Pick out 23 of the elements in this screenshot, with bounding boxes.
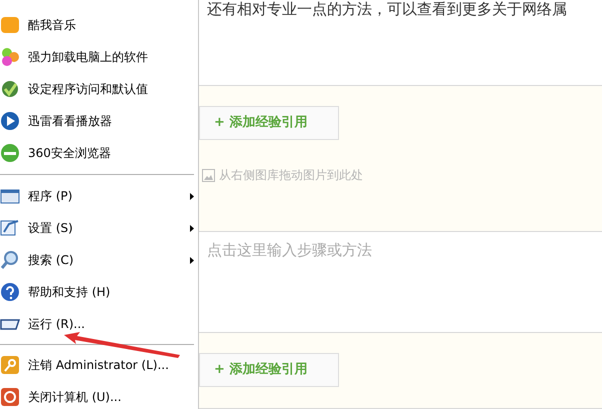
control-panel-icon <box>0 218 20 238</box>
image-icon <box>202 168 215 182</box>
menu-item[interactable]: 酷我音乐 <box>0 9 198 41</box>
submenu-arrow-icon <box>190 224 194 232</box>
music-app-icon <box>0 15 20 35</box>
menu-item[interactable]: 设置 (S) <box>0 212 198 244</box>
clover-icon <box>0 47 20 67</box>
search-icon <box>0 250 20 270</box>
menu-item[interactable]: 设定程序访问和默认值 <box>0 73 198 105</box>
menu-item[interactable]: 运行 (R)... <box>0 308 198 340</box>
menu-item[interactable]: 帮助和支持 (H) <box>0 276 198 308</box>
menu-item[interactable]: 强力卸载电脑上的软件 <box>0 41 198 73</box>
menu-item[interactable]: 程序 (P) <box>0 180 198 212</box>
menu-item[interactable]: 关闭计算机 (U)... <box>0 381 198 409</box>
menu-item[interactable]: 迅雷看看播放器 <box>0 105 198 137</box>
menu-item[interactable]: 注销 Administrator (L)... <box>0 349 198 381</box>
check-icon <box>0 79 20 99</box>
menu-item[interactable]: 360安全浏览器 <box>0 137 198 169</box>
menu-item[interactable]: 搜索 (C) <box>0 244 198 276</box>
submenu-arrow-icon <box>190 256 194 264</box>
submenu-arrow-icon <box>190 192 194 200</box>
article-text: 还有相对专业一点的方法，可以查看到更多关于网络属 <box>207 0 568 18</box>
image-drop-hint: 从右侧图库拖动图片到此处 <box>219 167 363 184</box>
